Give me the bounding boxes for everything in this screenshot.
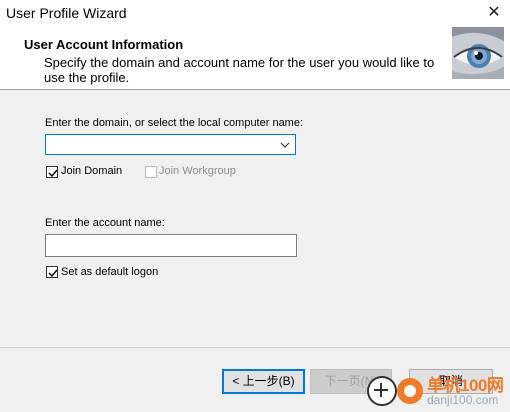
account-label: Enter the account name:: [45, 217, 165, 229]
join-domain-checkbox[interactable]: [46, 166, 58, 178]
default-logon-checkbox[interactable]: [46, 266, 58, 278]
watermark-logo-icon: [397, 378, 423, 404]
domain-combobox[interactable]: [45, 134, 296, 155]
close-icon[interactable]: ✕: [484, 2, 504, 24]
eye-logo-icon: [452, 27, 504, 79]
footer-divider: [0, 347, 510, 348]
watermark-plus-icon: [367, 376, 397, 406]
page-subtitle: Specify the domain and account name for …: [44, 55, 435, 85]
join-domain-label[interactable]: Join Domain: [61, 165, 122, 177]
join-workgroup-checkbox[interactable]: [145, 166, 157, 178]
wizard-header: User Account Information Specify the dom…: [0, 26, 510, 90]
checkmark-icon: [48, 269, 58, 278]
domain-label: Enter the domain, or select the local co…: [45, 117, 304, 129]
default-logon-label[interactable]: Set as default logon: [61, 266, 158, 278]
checkmark-icon: [48, 169, 58, 178]
chevron-down-icon[interactable]: [279, 138, 291, 152]
account-name-input[interactable]: [45, 234, 297, 257]
join-workgroup-label[interactable]: Join Workgroup: [159, 165, 236, 177]
watermark-url: danji100.com: [427, 393, 499, 407]
page-title: User Account Information: [24, 37, 184, 52]
window-title: User Profile Wizard: [6, 5, 127, 21]
title-bar: User Profile Wizard ✕: [0, 0, 510, 26]
back-button[interactable]: < 上一步(B): [222, 369, 305, 394]
